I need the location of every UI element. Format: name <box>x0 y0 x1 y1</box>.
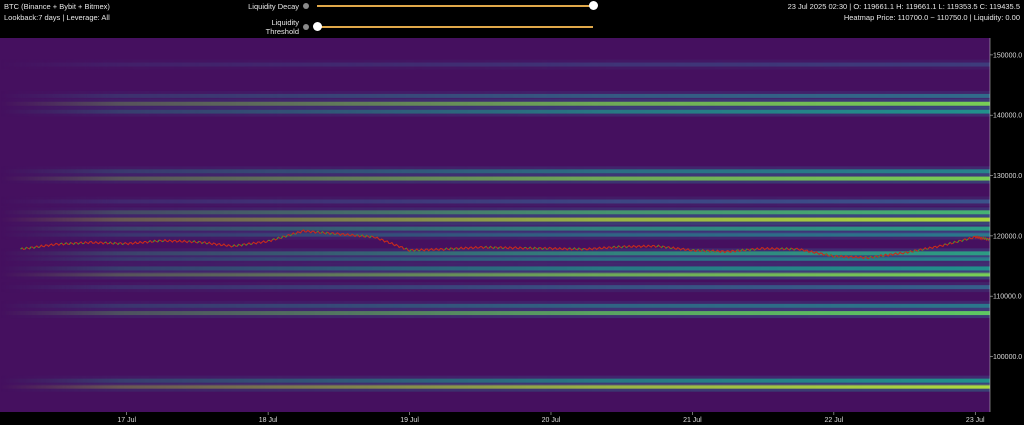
y-tick-label: 100000.0 <box>993 354 1022 361</box>
price-segment-up <box>457 248 460 250</box>
liquidity-band <box>0 169 990 174</box>
liquidity-band <box>0 217 990 222</box>
liquidity-band <box>0 199 990 204</box>
liquidity-band <box>0 251 990 256</box>
price-segment-up <box>904 251 907 253</box>
x-tick-label: 20 Jul <box>542 417 561 424</box>
price-segment-up <box>983 237 986 240</box>
liquidity-band <box>0 226 990 231</box>
price-segment-up <box>404 247 407 250</box>
x-tick-label: 23 Jul <box>966 417 985 424</box>
y-tick-label: 120000.0 <box>993 233 1022 240</box>
y-tick-label: 140000.0 <box>993 113 1022 120</box>
price-segment-up <box>625 246 628 249</box>
liquidity-band <box>0 62 990 67</box>
price-segment-up <box>780 247 783 250</box>
price-segment-up <box>104 241 107 244</box>
price-segment-up <box>316 230 319 233</box>
price-segment-up <box>38 246 40 249</box>
y-tick-label: 130000.0 <box>993 173 1022 180</box>
liquidity-heatmap-chart[interactable]: 17 Jul 18 Jul 19 Jul 20 Jul 21 Jul 22 Jul 23 J… <box>0 0 1024 425</box>
price-segment-up <box>824 253 827 256</box>
liquidity-band <box>0 176 990 181</box>
liquidity-band <box>0 285 990 290</box>
liquidity-band <box>0 378 990 383</box>
price-segment-up <box>612 245 615 248</box>
x-tick-label: 22 Jul <box>824 417 843 424</box>
price-segment-up <box>122 243 125 246</box>
price-segment-up <box>736 249 739 251</box>
x-axis: 17 Jul 18 Jul 19 Jul 20 Jul 21 Jul 22 Jul 23 J… <box>117 412 985 424</box>
price-segment-up <box>484 245 487 248</box>
liquidity-band <box>0 311 990 316</box>
liquidity-band <box>0 303 990 308</box>
x-tick-label: 19 Jul <box>400 417 419 424</box>
liquidity-band <box>0 93 990 98</box>
liquidity-band <box>0 210 990 215</box>
y-tick-label: 150000.0 <box>993 52 1022 59</box>
liquidity-band <box>0 266 990 271</box>
price-segment-up <box>985 238 988 241</box>
y-tick-label: 110000.0 <box>993 294 1022 301</box>
liquidity-band <box>0 109 990 114</box>
price-segment-up <box>982 237 984 239</box>
x-tick-label: 18 Jul <box>259 417 278 424</box>
x-tick-label: 17 Jul <box>117 417 136 424</box>
price-segment-up <box>987 238 990 241</box>
liquidity-band <box>0 101 990 106</box>
y-axis: 100000.0 110000.0 120000.0 130000.0 140000.0… <box>989 38 1022 412</box>
x-tick-label: 21 Jul <box>683 417 702 424</box>
